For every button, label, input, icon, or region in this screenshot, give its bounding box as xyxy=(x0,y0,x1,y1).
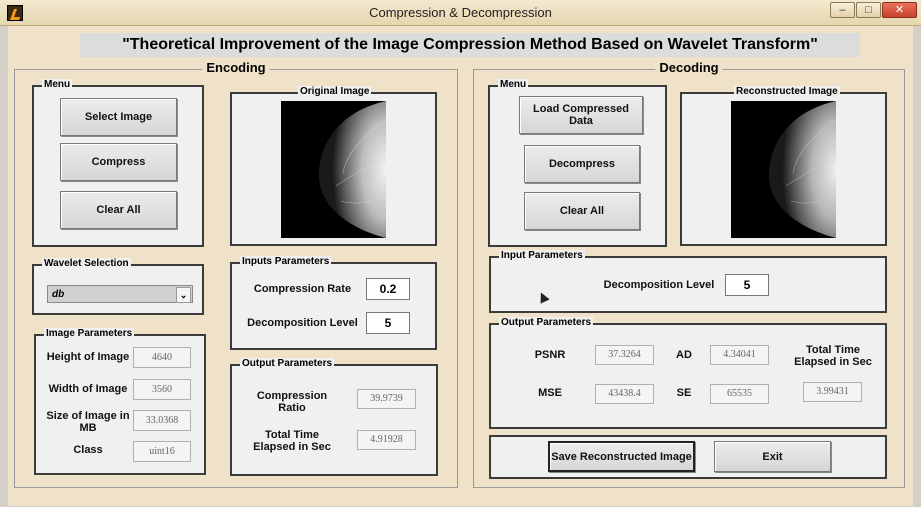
compression-ratio-label: Compression Ratio xyxy=(256,390,328,414)
wavelet-dropdown[interactable]: db ⌄ xyxy=(47,285,193,303)
compress-button[interactable]: Compress xyxy=(60,143,177,181)
ad-label: AD xyxy=(676,349,692,361)
decoding-output-parameters-title: Output Parameters xyxy=(499,317,594,328)
inputs-parameters-group: Inputs Parameters xyxy=(230,256,437,350)
height-label: Height of Image xyxy=(46,351,130,363)
compression-rate-label: Compression Rate xyxy=(253,283,352,295)
decoding-input-parameters-title: Input Parameters xyxy=(499,250,585,261)
class-field[interactable]: uint16 xyxy=(133,441,191,462)
width-label: Width of Image xyxy=(48,383,128,395)
encoding-output-parameters-group: Output Parameters xyxy=(230,358,438,476)
compression-ratio-field[interactable]: 39.9739 xyxy=(357,389,416,409)
decoding-time-field[interactable]: 3.99431 xyxy=(803,382,862,402)
decoding-output-parameters-group: Output Parameters xyxy=(489,317,887,429)
select-image-button[interactable]: Select Image xyxy=(60,98,177,136)
decoding-time-label: Total Time Elapsed in Sec xyxy=(794,344,872,368)
wavelet-selection-title: Wavelet Selection xyxy=(42,258,131,269)
inputs-parameters-title: Inputs Parameters xyxy=(240,256,332,267)
decoding-decomposition-level-label: Decomposition Level xyxy=(603,279,715,291)
mse-field[interactable]: 43438.4 xyxy=(595,384,654,404)
decoding-title: Decoding xyxy=(655,60,723,75)
se-field[interactable]: 65535 xyxy=(710,384,769,404)
class-label: Class xyxy=(73,444,103,456)
psnr-label: PSNR xyxy=(534,349,566,361)
image-parameters-title: Image Parameters xyxy=(44,328,135,339)
encoding-clear-all-button[interactable]: Clear All xyxy=(60,191,177,229)
minimize-button[interactable]: – xyxy=(830,2,855,18)
encoding-time-field[interactable]: 4.91928 xyxy=(357,430,416,450)
original-image-view xyxy=(281,101,386,238)
height-field[interactable]: 4640 xyxy=(133,347,191,368)
size-field[interactable]: 33.0368 xyxy=(133,410,191,431)
reconstructed-image-view xyxy=(731,101,836,238)
decoding-decomposition-level-field[interactable]: 5 xyxy=(725,274,769,296)
decoding-clear-all-button[interactable]: Clear All xyxy=(524,192,640,230)
save-reconstructed-image-button[interactable]: Save Reconstructed Image xyxy=(548,441,695,472)
decomposition-level-field[interactable]: 5 xyxy=(366,312,410,334)
decomposition-level-label: Decomposition Level xyxy=(247,317,358,329)
maximize-button[interactable]: □ xyxy=(856,2,881,18)
width-field[interactable]: 3560 xyxy=(133,379,191,400)
se-label: SE xyxy=(676,387,692,399)
wavelet-dropdown-value: db xyxy=(52,289,65,300)
ad-field[interactable]: 4.34041 xyxy=(710,345,769,365)
size-label: Size of Image in MB xyxy=(46,410,130,434)
load-compressed-data-button[interactable]: Load Compressed Data xyxy=(519,96,643,134)
encoding-output-parameters-title: Output Parameters xyxy=(240,358,335,369)
encoding-time-label: Total Time Elapsed in Sec xyxy=(253,429,331,453)
decoding-menu-title: Menu xyxy=(498,79,529,90)
main-title: "Theoretical Improvement of the Image Co… xyxy=(80,33,860,57)
reconstructed-image-title: Reconstructed Image xyxy=(734,86,840,97)
reconstructed-mammogram-image xyxy=(731,101,836,238)
chevron-down-icon[interactable]: ⌄ xyxy=(176,287,191,303)
original-image-title: Original Image xyxy=(298,86,372,97)
encoding-menu-title: Menu xyxy=(42,79,73,90)
encoding-title: Encoding xyxy=(202,60,270,75)
exit-button[interactable]: Exit xyxy=(714,441,831,472)
psnr-field[interactable]: 37.3264 xyxy=(595,345,654,365)
original-mammogram-image xyxy=(281,101,386,238)
window-title: Compression & Decompression xyxy=(369,5,552,20)
mse-label: MSE xyxy=(538,387,562,399)
compression-rate-field[interactable]: 0.2 xyxy=(366,278,410,300)
close-button[interactable]: ✕ xyxy=(882,2,917,18)
decompress-button[interactable]: Decompress xyxy=(524,145,640,183)
